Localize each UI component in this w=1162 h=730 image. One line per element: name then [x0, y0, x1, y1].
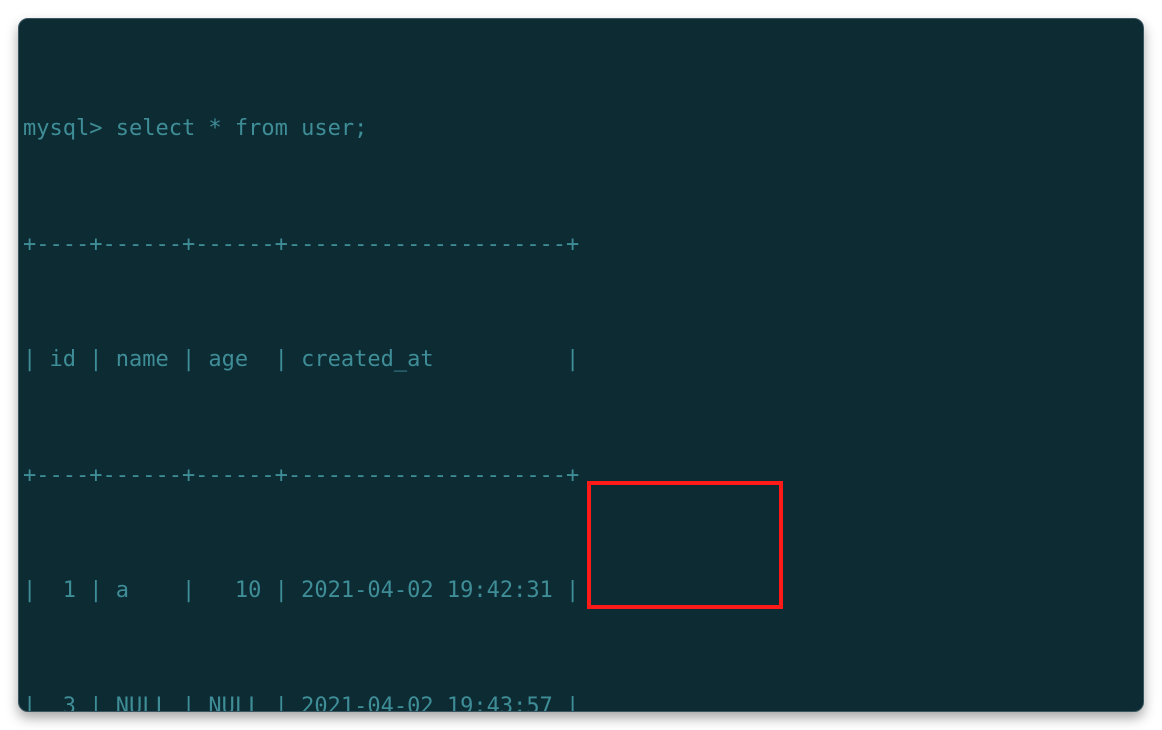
terminal-line: +----+------+------+--------------------…: [23, 226, 1139, 265]
terminal-line: | id | name | age | created_at |: [23, 341, 1139, 380]
terminal-line: +----+------+------+--------------------…: [23, 457, 1139, 496]
terminal-window: mysql> select * from user; +----+------+…: [18, 18, 1144, 712]
terminal-line: mysql> select * from user;: [23, 110, 1139, 149]
terminal-line: | 3 | NULL | NULL | 2021-04-02 19:43:57 …: [23, 688, 1139, 713]
terminal-line: | 1 | a | 10 | 2021-04-02 19:42:31 |: [23, 572, 1139, 611]
